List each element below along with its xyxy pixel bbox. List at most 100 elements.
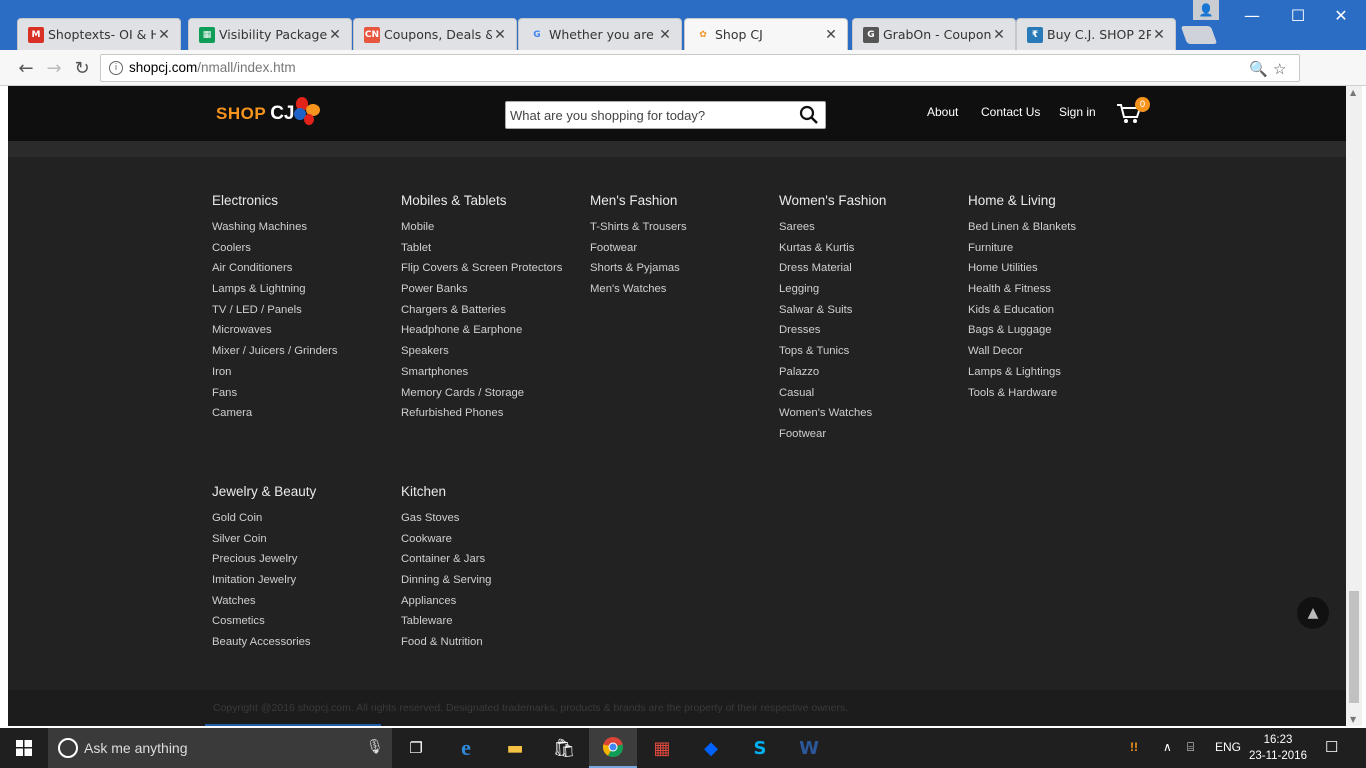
language-indicator[interactable]: ENG	[1215, 740, 1241, 754]
footer-link[interactable]: Footwear	[779, 427, 964, 448]
paint-app-icon[interactable]: ▦	[638, 728, 686, 768]
start-button[interactable]	[0, 728, 48, 768]
zoom-icon[interactable]: 🔍	[1249, 60, 1268, 78]
footer-link[interactable]: Microwaves	[212, 323, 397, 344]
scrollbar-thumb[interactable]	[1349, 591, 1359, 703]
file-explorer-icon[interactable]: ▬	[491, 728, 539, 768]
maximize-icon[interactable]: ☐	[1275, 0, 1321, 30]
footer-link[interactable]: Legging	[779, 282, 964, 303]
footer-link[interactable]: Washing Machines	[212, 220, 397, 241]
footer-column-title[interactable]: Women's Fashion	[779, 193, 964, 220]
browser-tab[interactable]: M Shoptexts- OI & HT ✕	[17, 18, 181, 50]
footer-link[interactable]: Kurtas & Kurtis	[779, 241, 964, 262]
notification-alert-icon[interactable]: !!	[1130, 740, 1138, 754]
close-tab-icon[interactable]: ✕	[327, 27, 343, 43]
footer-link[interactable]: Chargers & Batteries	[401, 303, 586, 324]
dropbox-icon[interactable]: ◆	[687, 728, 735, 768]
close-tab-icon[interactable]: ✕	[1151, 27, 1167, 43]
footer-link[interactable]: Container & Jars	[401, 552, 586, 573]
search-icon[interactable]	[799, 105, 819, 125]
info-icon[interactable]: i	[109, 61, 123, 75]
close-tab-icon[interactable]: ✕	[492, 27, 508, 43]
word-icon[interactable]: W	[785, 728, 833, 768]
page-scrollbar[interactable]: ▲ ▼	[1346, 86, 1362, 726]
url-text[interactable]: shopcj.com/nmall/index.htm	[129, 60, 296, 75]
forward-icon[interactable]: →	[41, 56, 67, 80]
footer-link[interactable]: Salwar & Suits	[779, 303, 964, 324]
chrome-icon[interactable]	[589, 728, 637, 768]
reload-icon[interactable]: ↻	[69, 56, 95, 80]
footer-link[interactable]: Home Utilities	[968, 261, 1153, 282]
footer-link[interactable]: Palazzo	[779, 365, 964, 386]
footer-link[interactable]: Sarees	[779, 220, 964, 241]
taskbar-clock[interactable]: 16:23 23-11-2016	[1248, 732, 1308, 764]
site-search-input[interactable]	[510, 105, 790, 125]
footer-link[interactable]: Furniture	[968, 241, 1153, 262]
footer-link[interactable]: Smartphones	[401, 365, 586, 386]
minimize-icon[interactable]: —	[1229, 0, 1275, 30]
footer-link[interactable]: Footwear	[590, 241, 775, 262]
footer-link[interactable]: Gas Stoves	[401, 511, 586, 532]
browser-tab[interactable]: ▦ Visibility Package C✕	[188, 18, 352, 50]
close-window-icon[interactable]: ✕	[1318, 0, 1364, 30]
footer-link[interactable]: Lamps & Lightning	[212, 282, 397, 303]
action-center-icon[interactable]: ☐	[1325, 738, 1338, 756]
footer-link[interactable]: Tops & Tunics	[779, 344, 964, 365]
footer-link[interactable]: Tablet	[401, 241, 586, 262]
close-tab-icon[interactable]: ✕	[991, 27, 1007, 43]
footer-link[interactable]: Speakers	[401, 344, 586, 365]
footer-link[interactable]: Dress Material	[779, 261, 964, 282]
footer-link[interactable]: Fans	[212, 386, 397, 407]
footer-link[interactable]: TV / LED / Panels	[212, 303, 397, 324]
contact-us-link[interactable]: Contact Us	[981, 105, 1040, 119]
footer-column-title[interactable]: Jewelry & Beauty	[212, 484, 397, 511]
footer-link[interactable]: Watches	[212, 594, 397, 615]
scroll-down-arrow-icon[interactable]: ▼	[1350, 715, 1356, 724]
footer-link[interactable]: T-Shirts & Trousers	[590, 220, 775, 241]
footer-link[interactable]: Tools & Hardware	[968, 386, 1153, 407]
browser-tab[interactable]: G GrabOn - Coupons, ✕	[852, 18, 1016, 50]
network-icon[interactable]: ⌸	[1187, 740, 1194, 755]
footer-link[interactable]: Mixer / Juicers / Grinders	[212, 344, 397, 365]
footer-link[interactable]: Bags & Luggage	[968, 323, 1153, 344]
footer-column-title[interactable]: Men's Fashion	[590, 193, 775, 220]
address-bar[interactable]: i shopcj.com/nmall/index.htm 🔍 ☆	[100, 54, 1300, 82]
footer-link[interactable]: Shorts & Pyjamas	[590, 261, 775, 282]
footer-link[interactable]: Dresses	[779, 323, 964, 344]
footer-link[interactable]: Imitation Jewelry	[212, 573, 397, 594]
footer-link[interactable]: Cookware	[401, 532, 586, 553]
footer-link[interactable]: Flip Covers & Screen Protectors	[401, 261, 586, 282]
profile-icon[interactable]: 👤	[1193, 0, 1219, 20]
footer-link[interactable]: Headphone & Earphone	[401, 323, 586, 344]
footer-link[interactable]: Lamps & Lightings	[968, 365, 1153, 386]
back-icon[interactable]: ←	[13, 56, 39, 80]
shopcj-logo[interactable]: SHOP CJ	[216, 92, 321, 136]
footer-column-title[interactable]: Mobiles & Tablets	[401, 193, 586, 220]
footer-link[interactable]: Health & Fitness	[968, 282, 1153, 303]
new-tab-button[interactable]	[1180, 26, 1218, 44]
footer-link[interactable]: Men's Watches	[590, 282, 775, 303]
about-link[interactable]: About	[927, 105, 958, 119]
footer-link[interactable]: Mobile	[401, 220, 586, 241]
footer-link[interactable]: Wall Decor	[968, 344, 1153, 365]
footer-link[interactable]: Beauty Accessories	[212, 635, 397, 656]
footer-column-title[interactable]: Home & Living	[968, 193, 1153, 220]
browser-tab[interactable]: G Whether you are lo ✕	[518, 18, 682, 50]
footer-link[interactable]: Tableware	[401, 614, 586, 635]
microphone-icon[interactable]: 🎙	[366, 739, 384, 755]
footer-link[interactable]: Kids & Education	[968, 303, 1153, 324]
close-tab-icon[interactable]: ✕	[156, 27, 172, 43]
close-tab-icon[interactable]: ✕	[823, 27, 839, 43]
footer-link[interactable]: Dinning & Serving	[401, 573, 586, 594]
footer-link[interactable]: Gold Coin	[212, 511, 397, 532]
scroll-to-top-button[interactable]: ▲	[1297, 597, 1329, 629]
footer-link[interactable]: Appliances	[401, 594, 586, 615]
close-tab-icon[interactable]: ✕	[657, 27, 673, 43]
cortana-search[interactable]: Ask me anything 🎙	[48, 728, 392, 768]
store-icon[interactable]: 🛍	[540, 728, 588, 768]
edge-icon[interactable]: e	[442, 728, 490, 768]
footer-link[interactable]: Power Banks	[401, 282, 586, 303]
browser-tab[interactable]: CN Coupons, Deals & P✕	[353, 18, 517, 50]
footer-link[interactable]: Cosmetics	[212, 614, 397, 635]
browser-tab[interactable]: ✿ Shop CJ ✕	[684, 18, 848, 50]
